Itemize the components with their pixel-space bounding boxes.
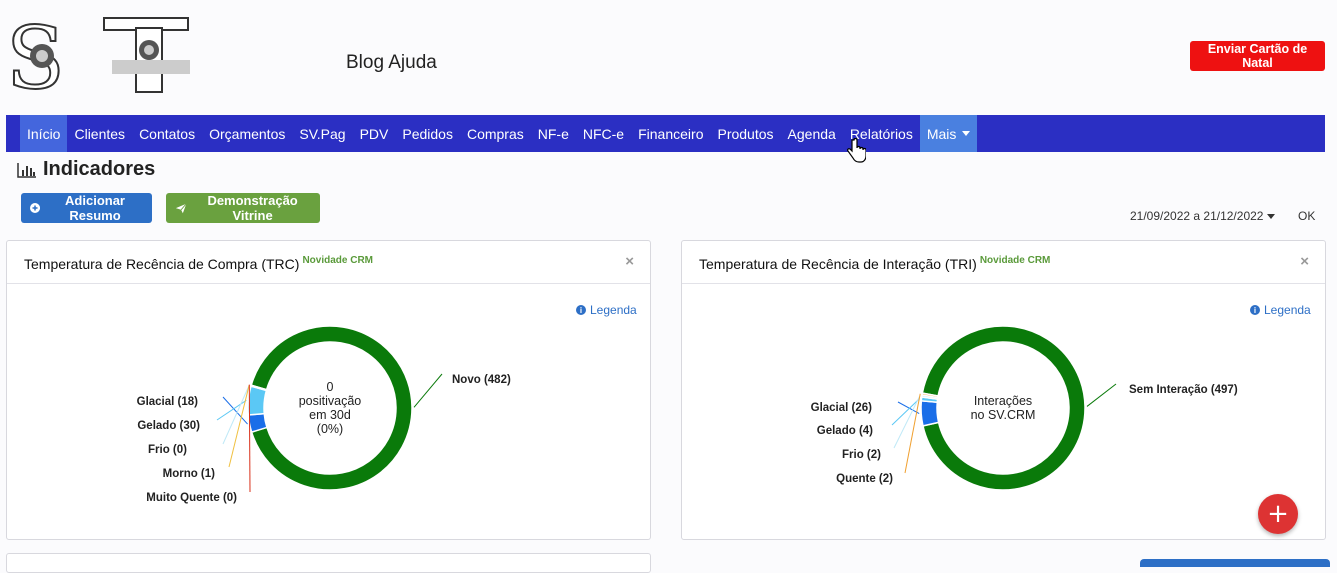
nav-item-pdv[interactable]: PDV <box>353 115 396 152</box>
page-title: Indicadores <box>43 158 156 180</box>
slice-label: Sem Interação (497) <box>1129 384 1238 396</box>
next-card-edge <box>6 553 651 573</box>
nav-item-label: Orçamentos <box>209 125 286 142</box>
caret-down-icon <box>1267 213 1276 219</box>
nav-item-in-cio[interactable]: Início <box>20 115 68 152</box>
nav-item-clientes[interactable]: Clientes <box>67 115 132 152</box>
hand-cursor-icon <box>847 138 866 163</box>
send-christmas-card-button[interactable]: Enviar Cartão de Natal <box>1190 41 1325 71</box>
plus-circle-icon <box>30 202 41 214</box>
nav-item-label: NFC-e <box>582 125 625 142</box>
card-title: Temperatura de Recência de Interação (TR… <box>699 255 1050 272</box>
donut-center-text: positivação <box>299 394 362 408</box>
nav-item-agenda[interactable]: Agenda <box>781 115 843 152</box>
new-crm-badge: Novidade CRM <box>302 255 374 266</box>
add-summary-button[interactable]: Adicionar Resumo <box>21 193 152 223</box>
main-navbar: Início Clientes Contatos Orçamentos SV.Pag PD… <box>6 115 1325 152</box>
nav-item-label: Financeiro <box>638 125 704 142</box>
brand-link[interactable]: Blog Ajuda <box>346 52 437 74</box>
nav-item-produtos[interactable]: Produtos <box>710 115 780 152</box>
donut-slice[interactable] <box>920 400 940 427</box>
leader-line <box>222 396 248 425</box>
leader-line <box>228 385 250 468</box>
nav-item-or-amentos[interactable]: Orçamentos <box>202 115 292 152</box>
page-title-wrap: Indicadores <box>17 158 155 181</box>
donut-center-text: (0%) <box>317 422 343 436</box>
slice-label: Morno (1) <box>163 468 216 480</box>
close-icon[interactable]: × <box>625 253 634 270</box>
nav-item-label: Compras <box>466 125 524 142</box>
caret-down-icon <box>962 131 971 136</box>
slice-label: Gelado (30) <box>137 420 200 432</box>
date-range-text: 21/09/2022 a 21/12/2022 <box>1130 209 1264 223</box>
leader-line <box>248 384 251 493</box>
leader-line <box>893 395 921 449</box>
company-logo: S <box>5 14 190 96</box>
nav-item-label: Pedidos <box>402 125 453 142</box>
add-summary-label: Adicionar Resumo <box>65 193 125 223</box>
nav-item-label: Agenda <box>787 125 836 142</box>
nav-item-label: Início <box>27 125 61 142</box>
nav-item-label: Produtos <box>717 125 774 142</box>
showcase-demo-label: Demonstração Vitrine <box>207 193 298 223</box>
tri-donut-chart: Sem Interação (497) Glacial (26) Gelado (4… <box>811 325 1238 491</box>
trc-donut-chart: Novo (482) Glacial (18) Gelado (30) Frio (0… <box>137 325 511 504</box>
nav-item-label: PDV <box>359 125 389 142</box>
nav-item-financeiro[interactable]: Financeiro <box>631 115 710 152</box>
nav-item-mais[interactable]: Mais <box>919 115 978 152</box>
slice-label: Frio (2) <box>842 449 881 461</box>
nav-item-sv-pag[interactable]: SV.Pag <box>292 115 352 152</box>
donut-center-text: 0 <box>327 380 334 394</box>
donut-center-text: em 30d <box>309 408 351 422</box>
card-header: Temperatura de Recência de Compra (TRC) N… <box>7 241 650 284</box>
donut-slice[interactable] <box>247 385 268 416</box>
new-crm-badge: Novidade CRM <box>979 255 1051 266</box>
slice-label: Novo (482) <box>452 374 511 386</box>
nav-item-label: SV.Pag <box>299 125 346 142</box>
nav-item-compras[interactable]: Compras <box>460 115 531 152</box>
card-title-text: Temperatura de Recência de Interação (TR… <box>699 256 977 272</box>
nav-item-pedidos[interactable]: Pedidos <box>395 115 460 152</box>
slice-label: Glacial (18) <box>137 396 199 408</box>
trc-card: Temperatura de Recência de Compra (TRC) N… <box>6 240 651 540</box>
showcase-demo-button[interactable]: Demonstração Vitrine <box>166 193 320 223</box>
leader-line <box>216 399 247 421</box>
donut-center-text: no SV.CRM <box>971 408 1036 422</box>
date-ok-button[interactable]: OK <box>1298 209 1315 223</box>
next-card-bar <box>1140 559 1330 567</box>
date-range-picker[interactable]: 21/09/2022 a 21/12/2022 <box>1130 209 1276 223</box>
slice-label: Frio (0) <box>148 444 187 456</box>
slice-label: Glacial (26) <box>811 402 873 414</box>
slice-label: Muito Quente (0) <box>146 492 237 504</box>
nav-item-label: Mais <box>926 125 957 142</box>
card-title-text: Temperatura de Recência de Compra (TRC) <box>24 256 300 272</box>
donut-center-text: Interações <box>974 394 1032 408</box>
floating-add-button[interactable]: + <box>1258 494 1298 534</box>
close-icon[interactable]: × <box>1300 253 1309 270</box>
leader-line <box>413 373 443 408</box>
tri-card: Temperatura de Recência de Interação (TR… <box>681 240 1326 540</box>
nav-item-label: Clientes <box>74 125 126 142</box>
nav-item-nfc-e[interactable]: NFC-e <box>576 115 631 152</box>
slice-label: Quente (2) <box>836 473 893 485</box>
nav-item-label: Contatos <box>139 125 196 142</box>
leader-line <box>1086 383 1117 407</box>
card-title: Temperatura de Recência de Compra (TRC) N… <box>24 255 373 272</box>
slice-label: Gelado (4) <box>817 425 873 437</box>
bar-chart-icon <box>17 162 36 178</box>
card-header: Temperatura de Recência de Interação (TR… <box>682 241 1325 284</box>
paper-plane-icon <box>175 202 187 213</box>
nav-item-label: NF-e <box>537 125 569 142</box>
nav-item-contatos[interactable]: Contatos <box>132 115 202 152</box>
nav-item-nf-e[interactable]: NF-e <box>531 115 576 152</box>
leader-line <box>222 385 250 445</box>
